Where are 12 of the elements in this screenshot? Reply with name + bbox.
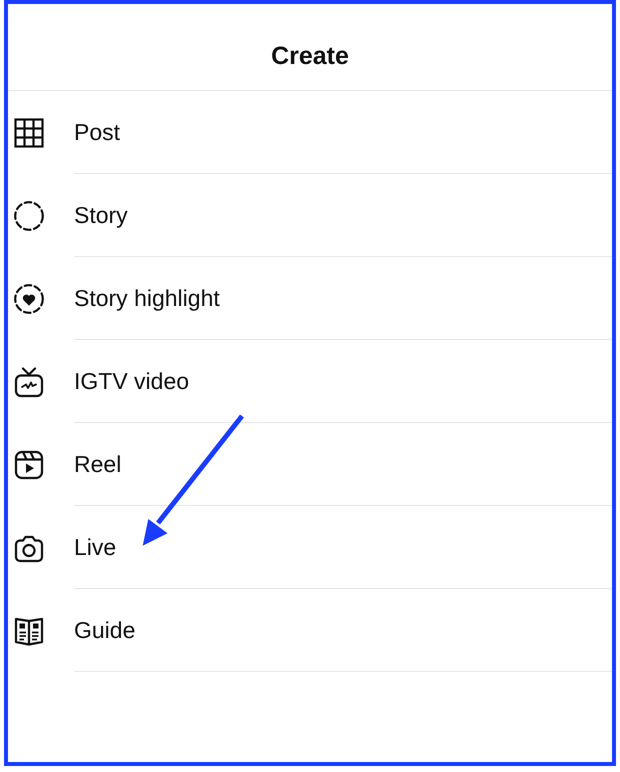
menu-item[interactable]: Guide (8, 589, 612, 672)
menu-item[interactable]: IGTV video (8, 340, 612, 423)
sheet-title: Create (271, 41, 349, 71)
clapper-play-icon (13, 448, 45, 480)
menu-item[interactable]: Post (8, 91, 612, 174)
menu-item[interactable]: Reel (8, 423, 612, 506)
dashed-circle-icon (13, 200, 45, 232)
menu-item[interactable]: Story highlight (8, 257, 612, 340)
grid-icon (13, 116, 45, 148)
heart-circle-icon (13, 282, 45, 314)
menu-item[interactable]: Story (8, 174, 612, 257)
tv-icon (13, 366, 45, 398)
